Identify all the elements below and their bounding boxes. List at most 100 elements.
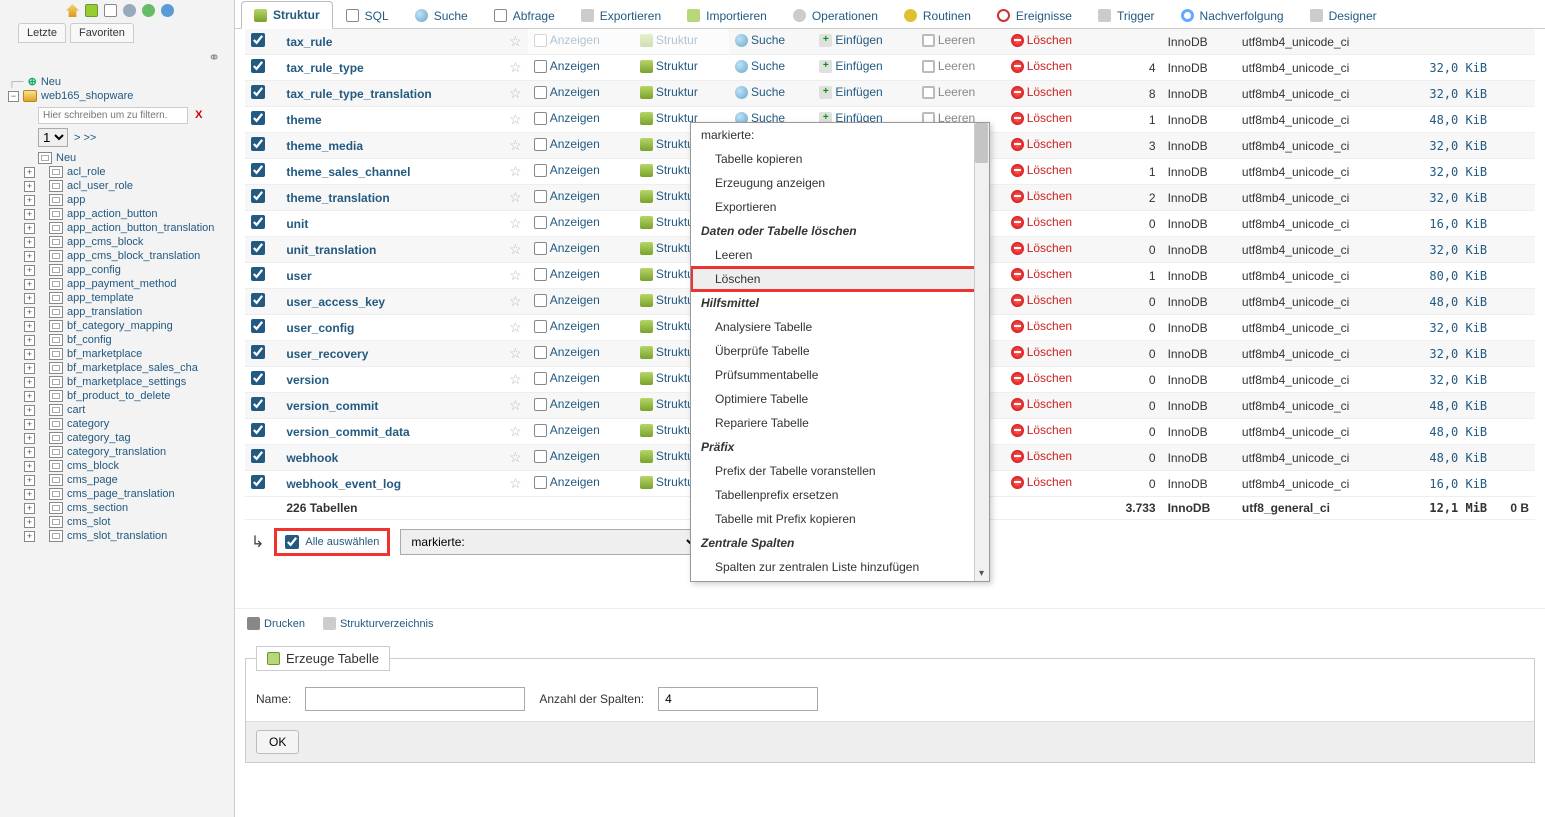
browse-link[interactable]: Anzeigen <box>534 397 600 411</box>
browse-link[interactable]: Anzeigen <box>534 423 600 437</box>
search-link[interactable]: Suche <box>735 33 785 47</box>
favorite-icon[interactable]: ☆ <box>509 475 522 491</box>
table-name-link[interactable]: theme_media <box>286 139 363 153</box>
tree-table-row[interactable]: + acl_user_role <box>8 179 234 193</box>
drop-link[interactable]: Löschen <box>1011 137 1072 151</box>
browse-link[interactable]: Anzeigen <box>534 59 600 73</box>
row-checkbox[interactable] <box>251 319 265 333</box>
table-link[interactable]: cms_slot_translation <box>67 530 167 542</box>
browse-link[interactable]: Anzeigen <box>534 293 600 307</box>
table-link[interactable]: app_cms_block <box>67 236 143 248</box>
select-all-checkbox[interactable] <box>285 535 299 549</box>
tab-sql[interactable]: SQL <box>333 1 402 29</box>
expand-icon[interactable]: + <box>24 503 35 514</box>
table-link[interactable]: app_translation <box>67 306 142 318</box>
reload-icon[interactable] <box>142 4 155 17</box>
dropdown-item[interactable]: Spalten zur zentralen Liste hinzufügen <box>691 555 989 579</box>
row-checkbox[interactable] <box>251 371 265 385</box>
row-checkbox[interactable] <box>251 475 265 489</box>
tree-table-row[interactable]: + app_config <box>8 263 234 277</box>
create-name-input[interactable] <box>305 687 525 711</box>
drop-link[interactable]: Löschen <box>1011 189 1072 203</box>
with-selected-dropdown[interactable]: markierte: ▾ Tabelle kopierenErzeugung a… <box>690 122 990 582</box>
table-link[interactable]: cms_block <box>67 460 119 472</box>
drop-link[interactable]: Löschen <box>1011 85 1072 99</box>
expand-icon[interactable]: + <box>24 405 35 416</box>
table-link[interactable]: category <box>67 418 109 430</box>
docs-icon[interactable] <box>104 4 117 17</box>
dropdown-item[interactable]: Überprüfe Tabelle <box>691 339 989 363</box>
row-checkbox[interactable] <box>251 163 265 177</box>
expand-icon[interactable]: + <box>24 209 35 220</box>
table-link[interactable]: cms_slot <box>67 516 110 528</box>
tab-trigger[interactable]: Trigger <box>1085 1 1168 29</box>
table-link[interactable]: bf_marketplace_settings <box>67 376 186 388</box>
row-checkbox[interactable] <box>251 397 265 411</box>
tree-table-row[interactable]: + app_cms_block_translation <box>8 249 234 263</box>
browse-link[interactable]: Anzeigen <box>534 189 600 203</box>
favorite-icon[interactable]: ☆ <box>509 345 522 361</box>
browse-link[interactable]: Anzeigen <box>534 215 600 229</box>
table-name-link[interactable]: unit <box>286 217 308 231</box>
tree-table-row[interactable]: + cms_section <box>8 501 234 515</box>
pager-next[interactable]: > >> <box>74 132 96 144</box>
row-checkbox[interactable] <box>251 111 265 125</box>
print-link[interactable]: Drucken <box>247 617 305 630</box>
table-link[interactable]: app_config <box>67 264 121 276</box>
structure-link[interactable]: Struktur <box>640 59 698 73</box>
tab-design[interactable]: Designer <box>1297 1 1390 29</box>
favorite-icon[interactable]: ☆ <box>509 241 522 257</box>
expand-icon[interactable]: + <box>24 223 35 234</box>
data-dictionary-link[interactable]: Strukturverzeichnis <box>323 617 434 630</box>
tree-table-row[interactable]: + app_translation <box>8 305 234 319</box>
browse-link[interactable]: Anzeigen <box>534 475 600 489</box>
expand-icon[interactable]: + <box>24 349 35 360</box>
table-link[interactable]: cms_page_translation <box>67 488 175 500</box>
browse-link[interactable]: Anzeigen <box>534 371 600 385</box>
table-name-link[interactable]: tax_rule_type <box>286 61 363 75</box>
tab-export[interactable]: Exportieren <box>568 1 674 29</box>
tree-table-row[interactable]: + app <box>8 193 234 207</box>
table-link[interactable]: cms_page <box>67 474 118 486</box>
browse-link[interactable]: Anzeigen <box>534 33 600 47</box>
favorite-icon[interactable]: ☆ <box>509 423 522 439</box>
row-checkbox[interactable] <box>251 59 265 73</box>
link-icon[interactable]: ⚭ <box>0 45 234 70</box>
table-link[interactable]: acl_user_role <box>67 180 133 192</box>
home-icon[interactable] <box>66 4 79 17</box>
drop-link[interactable]: Löschen <box>1011 371 1072 385</box>
dropdown-item[interactable]: Repariere Tabelle <box>691 411 989 435</box>
favorite-icon[interactable]: ☆ <box>509 163 522 179</box>
tree-table-row[interactable]: + cms_slot <box>8 515 234 529</box>
favorite-icon[interactable]: ☆ <box>509 111 522 127</box>
collapse-icon[interactable]: − <box>8 91 19 102</box>
new-table-link[interactable]: Neu <box>56 152 76 164</box>
table-name-link[interactable]: webhook_event_log <box>286 477 401 491</box>
table-link[interactable]: bf_marketplace <box>67 348 142 360</box>
dropdown-item[interactable]: Tabelle mit Prefix kopieren <box>691 507 989 531</box>
sidebar-tab-recent[interactable]: Letzte <box>18 23 66 43</box>
table-name-link[interactable]: theme_translation <box>286 191 389 205</box>
drop-link[interactable]: Löschen <box>1011 475 1072 489</box>
favorite-icon[interactable]: ☆ <box>509 267 522 283</box>
expand-icon[interactable]: + <box>24 321 35 332</box>
favorite-icon[interactable]: ☆ <box>509 397 522 413</box>
tree-table-row[interactable]: + cms_block <box>8 459 234 473</box>
table-link[interactable]: app_action_button_translation <box>67 222 214 234</box>
tree-table-row[interactable]: + cms_page_translation <box>8 487 234 501</box>
tree-table-row[interactable]: + category_tag <box>8 431 234 445</box>
browse-link[interactable]: Anzeigen <box>534 449 600 463</box>
scrollbar-thumb[interactable] <box>975 123 988 163</box>
drop-link[interactable]: Löschen <box>1011 163 1072 177</box>
browse-link[interactable]: Anzeigen <box>534 241 600 255</box>
sidebar-tab-favorites[interactable]: Favoriten <box>70 23 134 43</box>
page-select[interactable]: 1 <box>38 128 68 147</box>
clear-filter-icon[interactable]: X <box>195 109 202 121</box>
tree-database[interactable]: − web165_shopware <box>8 89 234 103</box>
table-name-link[interactable]: tax_rule_type_translation <box>286 87 431 101</box>
dropdown-item[interactable]: Analysiere Tabelle <box>691 315 989 339</box>
table-name-link[interactable]: webhook <box>286 451 338 465</box>
drop-link[interactable]: Löschen <box>1011 267 1072 281</box>
tree-table-row[interactable]: + cart <box>8 403 234 417</box>
settings-icon[interactable] <box>123 4 136 17</box>
